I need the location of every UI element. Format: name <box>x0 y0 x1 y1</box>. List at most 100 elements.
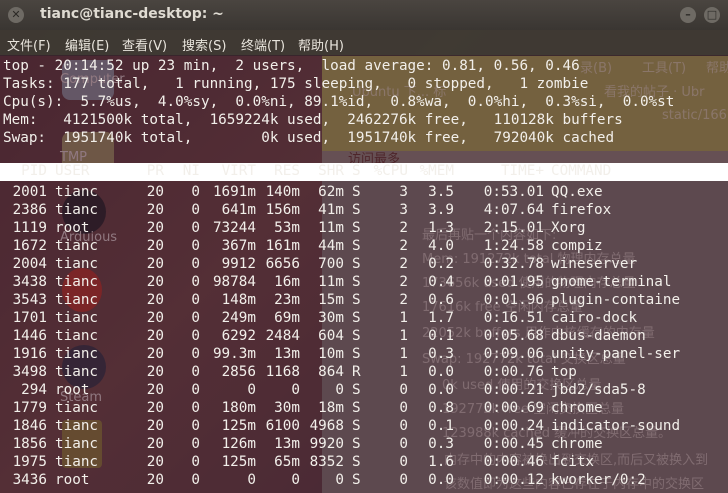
process-ni: 0 <box>191 184 200 200</box>
process-pid: 2386 <box>12 202 47 218</box>
process-pr: 20 <box>146 346 164 362</box>
process-row: 1916 tianc 20 0 99.3m 13m 10m S 1 0.3 0:09.06 unity… <box>0 345 728 363</box>
process-command: gnome-terminal <box>551 274 672 290</box>
process-pr: 20 <box>146 472 164 488</box>
process-ni: 0 <box>191 472 200 488</box>
window-titlebar[interactable]: ✕ tianc@tianc-desktop: ~ – □ <box>0 0 728 30</box>
process-user: tianc <box>55 454 99 470</box>
process-mem: 0.3 <box>428 346 454 362</box>
process-virt: 641m <box>221 202 256 218</box>
process-time: 0:16.51 <box>483 310 544 326</box>
process-shr: 11m <box>318 220 344 236</box>
process-time: 4:07.64 <box>483 202 544 218</box>
process-time: 0:00.46 <box>483 454 544 470</box>
process-shr: 11m <box>318 274 344 290</box>
process-user: tianc <box>55 184 99 200</box>
process-ni: 0 <box>191 292 200 308</box>
process-cpu: 0 <box>399 382 408 398</box>
process-pid: 294 <box>21 382 47 398</box>
process-virt: 125m <box>221 418 256 434</box>
menu-search[interactable]: 搜索(S) <box>182 35 226 54</box>
process-pr: 20 <box>146 436 164 452</box>
process-ni: 0 <box>191 454 200 470</box>
process-state: S <box>352 382 361 398</box>
process-cpu: 3 <box>399 184 408 200</box>
column-header-command: COMMAND <box>551 163 612 179</box>
terminal-area[interactable]: top - 20:14:52 up 23 min, 2 users, load … <box>0 55 728 493</box>
process-ni: 0 <box>191 256 200 272</box>
process-user: tianc <box>55 328 99 344</box>
process-state: S <box>352 274 361 290</box>
process-virt: 1691m <box>212 184 256 200</box>
process-command: chrome <box>551 436 603 452</box>
menu-view[interactable]: 查看(V) <box>122 35 167 54</box>
process-ni: 0 <box>191 418 200 434</box>
process-ni: 0 <box>191 364 200 380</box>
process-cpu: 0 <box>399 436 408 452</box>
process-shr: 44m <box>318 238 344 254</box>
process-row: 1856 tianc 20 0 126m 13m 9920 S 0 0.3 0:00.45 chrom… <box>0 435 728 453</box>
process-res: 6100 <box>265 418 300 434</box>
process-cpu: 0 <box>399 472 408 488</box>
process-row: 3436 root 20 0 0 0 0 S 0 0.0 0:00.12 kworker/0:2 <box>0 471 728 489</box>
process-command: Xorg <box>551 220 586 236</box>
menu-terminal[interactable]: 终端(T) <box>241 35 285 54</box>
menu-file[interactable]: 文件(F) <box>7 35 51 54</box>
process-res: 69m <box>274 310 300 326</box>
process-command: kworker/0:2 <box>551 472 646 488</box>
process-time: 0:00.45 <box>483 436 544 452</box>
process-row: 3498 tianc 20 0 2856 1168 864 R 1 0.0 0:00.76 top <box>0 363 728 381</box>
column-header-shr: SHR <box>318 163 344 179</box>
process-mem: 1.3 <box>428 220 454 236</box>
process-row: 1672 tianc 20 0 367m 161m 44m S 2 4.0 1:24.58 compi… <box>0 237 728 255</box>
process-virt: 367m <box>221 238 256 254</box>
process-state: S <box>352 238 361 254</box>
process-row: 1846 tianc 20 0 125m 6100 4968 S 0 0.1 0:00.24 indi… <box>0 417 728 435</box>
process-user: tianc <box>55 238 99 254</box>
process-ni: 0 <box>191 238 200 254</box>
process-time: 0:05.68 <box>483 328 544 344</box>
process-time: 0:00.24 <box>483 418 544 434</box>
process-time: 2:15.01 <box>483 220 544 236</box>
process-pr: 20 <box>146 364 164 380</box>
process-row: 1446 tianc 20 0 6292 2484 604 S 1 0.1 0:05.68 dbus-… <box>0 327 728 345</box>
process-row: 1975 tianc 20 0 125m 65m 8352 S 0 1.6 0:00.46 fcitx <box>0 453 728 471</box>
menubar: 文件(F) 编辑(E) 查看(V) 搜索(S) 终端(T) 帮助(H) <box>0 30 728 56</box>
process-state: S <box>352 256 361 272</box>
process-row: 3438 tianc 20 0 98784 16m 11m S 2 0.4 0:01.95 gnome… <box>0 273 728 291</box>
process-state: R <box>352 364 361 380</box>
process-pid: 1916 <box>12 346 47 362</box>
process-pid: 2001 <box>12 184 47 200</box>
process-user: root <box>55 472 90 488</box>
process-user: tianc <box>55 256 99 272</box>
process-command: compiz <box>551 238 603 254</box>
process-virt: 99.3m <box>212 346 256 362</box>
column-header-pr: PR <box>146 163 164 179</box>
process-virt: 6292 <box>221 328 256 344</box>
process-virt: 126m <box>221 436 256 452</box>
menu-help[interactable]: 帮助(H) <box>298 35 344 54</box>
process-ni: 0 <box>191 202 200 218</box>
process-state: S <box>352 418 361 434</box>
minimize-icon[interactable]: – <box>680 7 696 23</box>
process-row: 1119 root 20 0 73244 53m 11m S 2 1.3 2:15.01 Xorg <box>0 219 728 237</box>
process-state: S <box>352 310 361 326</box>
process-res: 161m <box>265 238 300 254</box>
close-icon[interactable]: ✕ <box>8 7 24 23</box>
menu-edit[interactable]: 编辑(E) <box>65 35 109 54</box>
maximize-icon[interactable]: □ <box>704 7 720 23</box>
process-pr: 20 <box>146 310 164 326</box>
process-mem: 0.0 <box>428 364 454 380</box>
column-header-res: RES <box>274 163 300 179</box>
process-mem: 0.4 <box>428 274 454 290</box>
process-res: 1168 <box>265 364 300 380</box>
process-command: firefox <box>551 202 612 218</box>
process-user: tianc <box>55 202 99 218</box>
process-command: cairo-dock <box>551 310 638 326</box>
process-cpu: 1 <box>399 346 408 362</box>
process-mem: 0.1 <box>428 328 454 344</box>
process-pr: 20 <box>146 256 164 272</box>
process-res: 65m <box>274 454 300 470</box>
process-mem: 0.0 <box>428 472 454 488</box>
process-ni: 0 <box>191 310 200 326</box>
